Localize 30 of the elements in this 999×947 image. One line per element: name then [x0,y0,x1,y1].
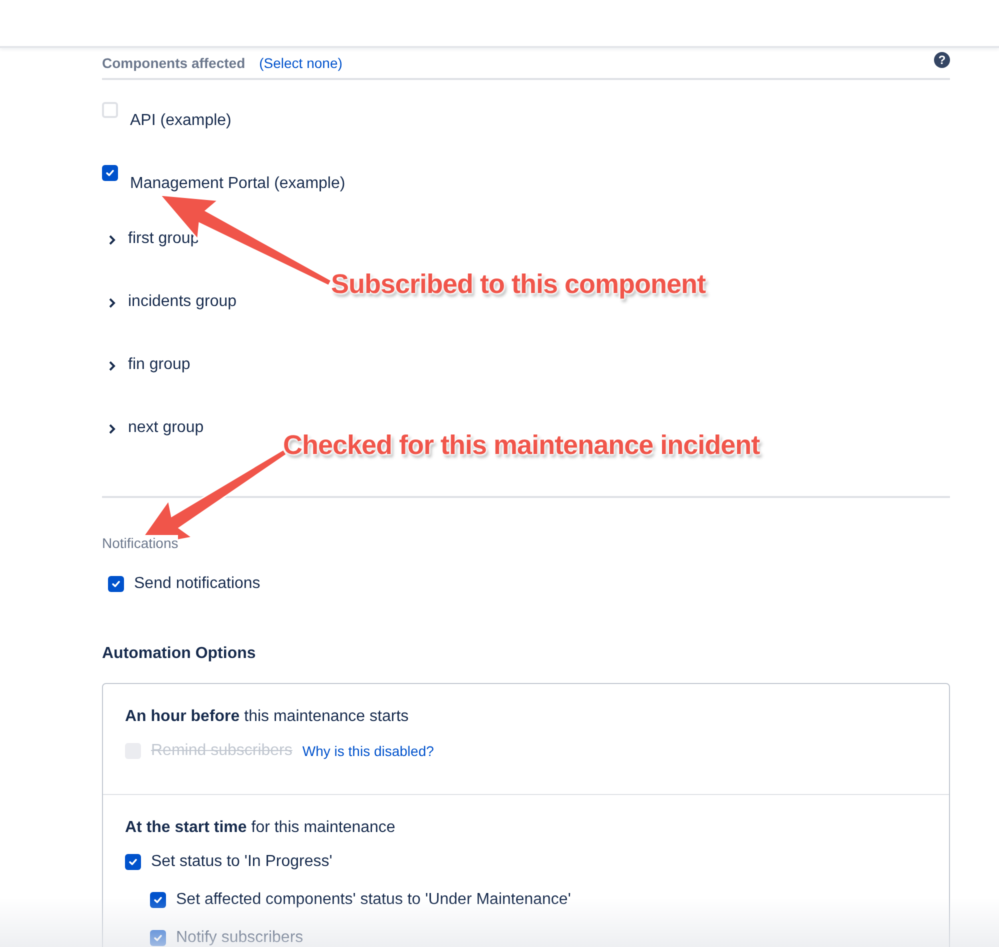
annotation-text: Subscribed to this component [331,269,706,300]
checkbox[interactable] [125,854,141,870]
checkmark-icon [153,895,163,905]
section-title: Notifications [102,535,178,551]
group-label[interactable]: next group [128,419,204,437]
checkmark-icon [153,933,163,943]
select-none-link[interactable]: (Select none) [259,55,342,71]
component-label: API (example) [130,112,232,130]
group-label[interactable]: fin group [128,356,190,374]
checkbox[interactable] [108,576,124,592]
section-title: Components affected [102,55,246,71]
checkmark-icon [105,168,115,178]
component-label: Management Portal (example) [130,175,346,193]
checkbox[interactable] [150,892,166,908]
checkbox[interactable] [102,165,118,181]
section-heading: At the start time for this maintenance [125,819,396,837]
option-label: Set status to 'In Progress' [151,853,332,871]
help-icon[interactable]: ? [934,52,950,68]
option-label: Notify subscribers [176,929,304,947]
group-label[interactable]: incidents group [128,293,237,311]
checkmark-icon [111,579,121,589]
checkbox[interactable] [102,102,118,118]
option-label: Send notifications [134,575,260,593]
checkbox[interactable] [150,930,166,946]
section-heading: An hour before this maintenance starts [125,708,410,726]
checkmark-icon [128,857,138,867]
option-label: Set affected components' status to 'Under Maintenance' [176,891,571,909]
option-label: Remind subscribers [151,742,292,760]
annotation-text: Checked for this maintenance incident [283,430,760,461]
section-heading: Automation Options [102,645,257,663]
